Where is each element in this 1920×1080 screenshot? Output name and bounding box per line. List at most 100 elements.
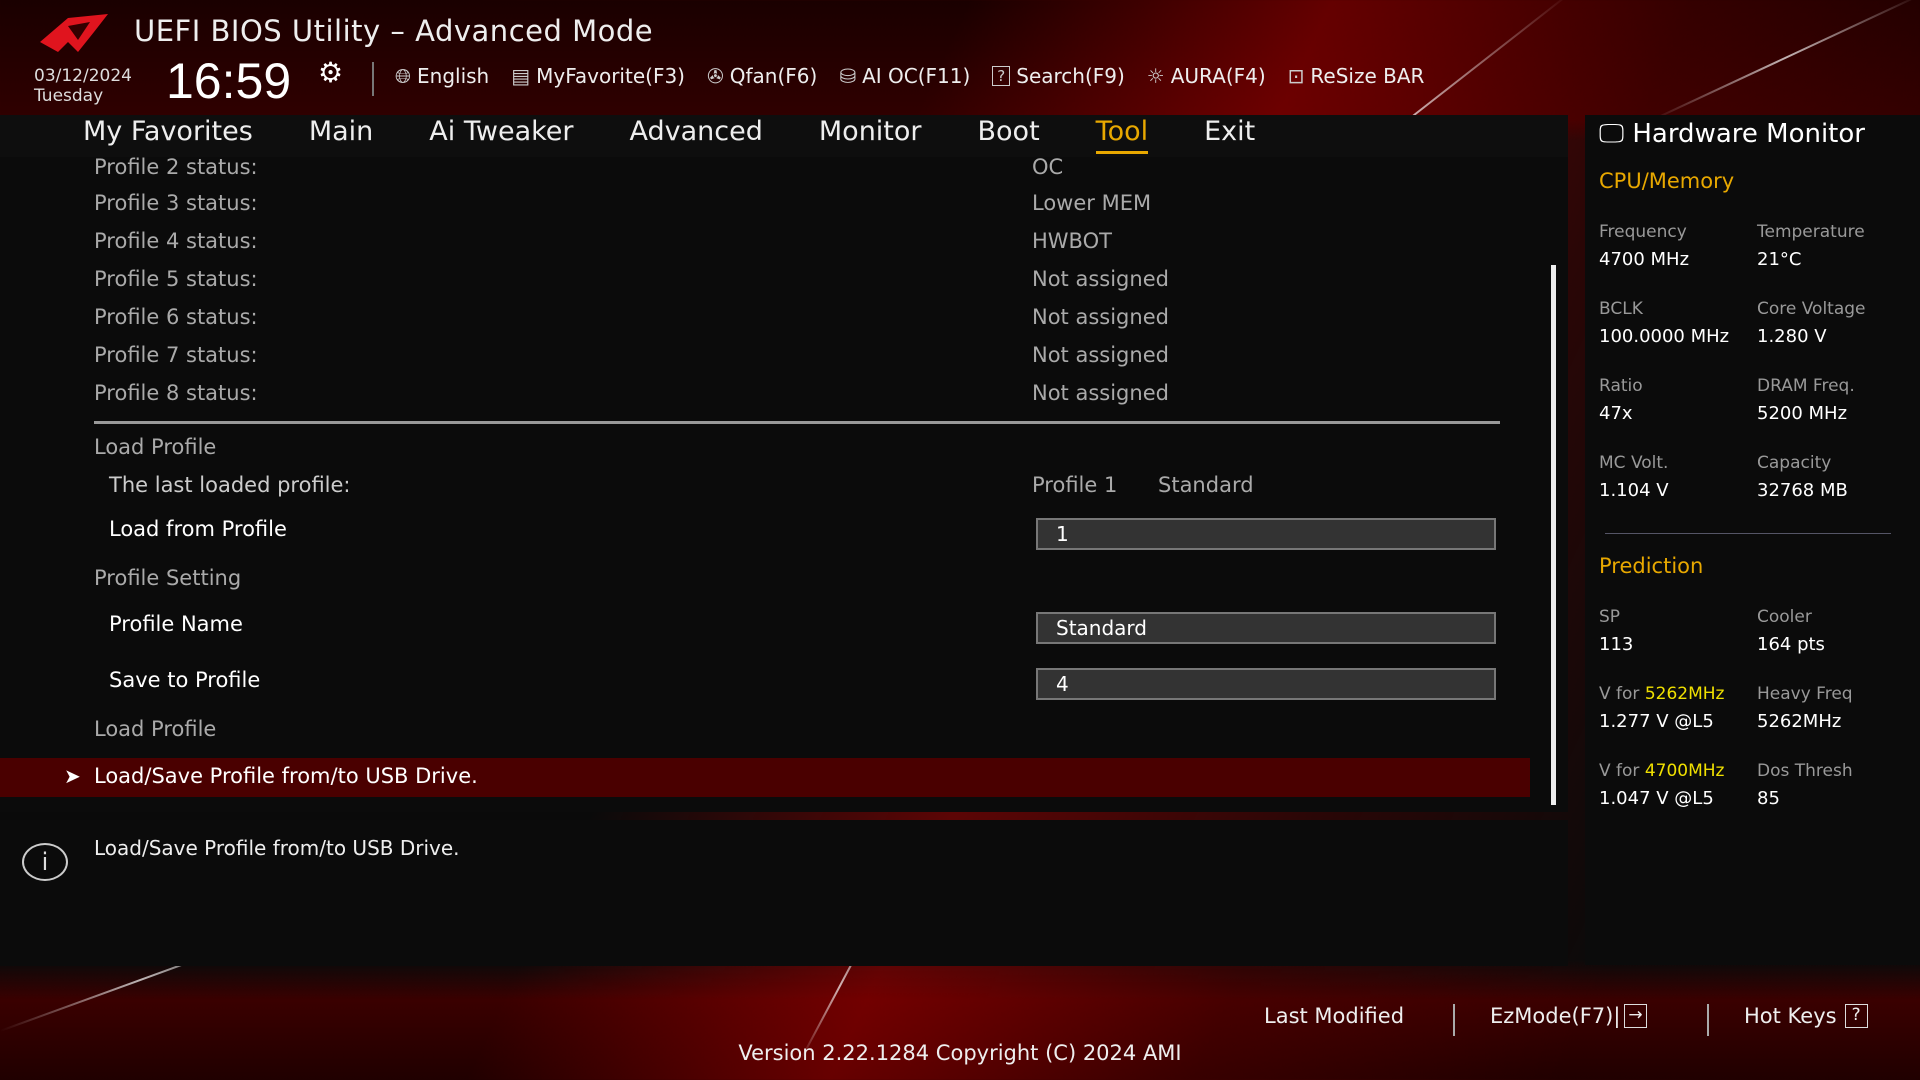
cpu-memory-title: CPU/Memory <box>1599 169 1735 193</box>
tool-label: English <box>417 64 490 88</box>
last-loaded-name: Standard <box>1158 473 1254 497</box>
status-label: Profile 3 status: <box>94 191 258 215</box>
v-prefix: V for <box>1599 684 1645 704</box>
gear-icon[interactable]: ⚙ <box>318 56 343 89</box>
status-label: Profile 6 status: <box>94 305 258 329</box>
hw-label: Heavy Freq <box>1757 684 1853 704</box>
hw-value: 1.277 V @L5 <box>1599 711 1714 732</box>
ezmode-button[interactable]: EzMode(F7)| → <box>1490 1004 1647 1028</box>
search-icon: ? <box>992 66 1011 86</box>
usb-profile-item[interactable]: ➤ Load/Save Profile from/to USB Drive. <box>0 758 1530 797</box>
load-from-profile-input[interactable]: 1 <box>1036 518 1496 550</box>
last-modified-label: Last Modified <box>1264 1004 1405 1028</box>
v-freq: 5262MHz <box>1644 684 1725 704</box>
tab-tool[interactable]: Tool <box>1095 116 1149 154</box>
tab-exit[interactable]: Exit <box>1204 116 1255 154</box>
tab-advanced[interactable]: Advanced <box>630 116 763 154</box>
hw-value: 100.0000 MHz <box>1599 326 1730 347</box>
language-button[interactable]: 🌐︎ English <box>395 64 489 88</box>
tool-label: Qfan(F6) <box>729 64 818 88</box>
last-loaded-label: The last loaded profile: <box>109 473 351 497</box>
clock: 16:59 <box>166 53 292 109</box>
tab-boot[interactable]: Boot <box>978 116 1040 154</box>
hw-label: Core Voltage <box>1757 299 1866 319</box>
prediction-title: Prediction <box>1599 554 1704 578</box>
hotkeys-label: Hot Keys <box>1744 1004 1837 1028</box>
version-text: Version 2.22.1284 Copyright (C) 2024 AMI <box>738 1041 1182 1065</box>
hw-label: DRAM Freq. <box>1757 376 1855 396</box>
hw-label: Temperature <box>1757 222 1865 242</box>
search-button[interactable]: ? Search(F9) <box>992 64 1125 88</box>
tab-my-favorites[interactable]: My Favorites <box>83 116 253 154</box>
v-prefix: V for <box>1599 761 1645 781</box>
status-value: Not assigned <box>1032 267 1169 291</box>
section-header: Profile Setting <box>94 566 242 590</box>
status-label: Profile 2 status: <box>94 157 258 179</box>
status-value: Not assigned <box>1032 305 1169 329</box>
main-tabs: My Favorites Main Ai Tweaker Advanced Mo… <box>83 116 1255 154</box>
tab-monitor[interactable]: Monitor <box>819 116 922 154</box>
aura-icon: ☼ <box>1146 64 1165 88</box>
hw-value: 1.104 V <box>1599 480 1669 501</box>
scrollbar[interactable] <box>1551 265 1556 805</box>
hw-value: 47x <box>1599 403 1633 424</box>
ai-oc-button[interactable]: ⛁ AI OC(F11) <box>839 64 970 88</box>
save-to-profile-input[interactable]: 4 <box>1036 668 1496 700</box>
hw-label: SP <box>1599 607 1621 627</box>
hw-value: 85 <box>1757 788 1780 809</box>
divider <box>1707 1004 1709 1036</box>
day: Tuesday <box>34 86 104 106</box>
ai-oc-icon: ⛁ <box>839 64 857 88</box>
info-icon: i <box>22 843 68 881</box>
hw-value: 164 pts <box>1757 634 1825 655</box>
section-header: Load Profile <box>94 435 217 459</box>
hw-label: Ratio <box>1599 376 1643 396</box>
hw-label: V for 5262MHz <box>1599 684 1724 704</box>
hardware-monitor-panel: 🖵︎ Hardware Monitor CPU/Memory Frequency… <box>1585 115 1920 965</box>
chevron-right-icon: ➤ <box>64 764 81 788</box>
app-title: UEFI BIOS Utility – Advanced Mode <box>134 14 654 48</box>
monitor-icon: 🖵︎ <box>1599 119 1633 149</box>
resize-bar-button[interactable]: ⊡ ReSize BAR <box>1288 64 1425 88</box>
qfan-button[interactable]: ✇ Qfan(F6) <box>707 64 817 88</box>
tab-main[interactable]: Main <box>309 116 373 154</box>
hw-value: 32768 MB <box>1757 480 1848 501</box>
hw-label: Cooler <box>1757 607 1812 627</box>
hw-label: Frequency <box>1599 222 1687 242</box>
hotkeys-button[interactable]: Hot Keys? <box>1744 1004 1868 1028</box>
help-panel: i Load/Save Profile from/to USB Drive. <box>0 820 1568 966</box>
divider <box>372 62 374 96</box>
last-modified-button[interactable]: Last Modified <box>1264 1004 1404 1028</box>
usb-item-label: Load/Save Profile from/to USB Drive. <box>94 764 478 788</box>
aura-button[interactable]: ☼ AURA(F4) <box>1147 64 1266 88</box>
hw-value: 5262MHz <box>1757 711 1842 732</box>
hw-value: 1.047 V @L5 <box>1599 788 1714 809</box>
profile-name-input[interactable]: Standard <box>1036 612 1496 644</box>
tab-ai-tweaker[interactable]: Ai Tweaker <box>429 116 573 154</box>
date: 03/12/2024 <box>34 66 132 86</box>
section-header: Load Profile <box>94 717 217 741</box>
tool-label: AI OC(F11) <box>862 64 971 88</box>
rog-logo-icon <box>40 14 108 52</box>
ezmode-label: EzMode(F7)| <box>1490 1004 1621 1028</box>
date-display: 03/12/2024 Tuesday <box>34 66 132 106</box>
tool-label: MyFavorite(F3) <box>536 64 685 88</box>
hw-value: 5200 MHz <box>1757 403 1848 424</box>
status-label: Profile 7 status: <box>94 343 258 367</box>
myfavorite-button[interactable]: ▤ MyFavorite(F3) <box>511 64 685 88</box>
status-value: OC <box>1032 157 1064 179</box>
hw-value: 1.280 V <box>1757 326 1827 347</box>
hw-label: V for 4700MHz <box>1599 761 1724 781</box>
hw-label: Dos Thresh <box>1757 761 1853 781</box>
status-value: Not assigned <box>1032 381 1169 405</box>
main-panel: Profile 2 status: OC Profile 3 status: Low… <box>0 157 1568 812</box>
status-label: Profile 5 status: <box>94 267 258 291</box>
help-text: Load/Save Profile from/to USB Drive. <box>94 836 460 860</box>
myfavorite-icon: ▤ <box>511 64 531 88</box>
hw-title: 🖵︎ Hardware Monitor <box>1599 119 1865 150</box>
divider <box>1605 533 1891 534</box>
status-label: Profile 4 status: <box>94 229 258 253</box>
last-loaded-value: Profile 1 <box>1032 473 1118 497</box>
status-label: Profile 8 status: <box>94 381 258 405</box>
hw-label: BCLK <box>1599 299 1643 319</box>
